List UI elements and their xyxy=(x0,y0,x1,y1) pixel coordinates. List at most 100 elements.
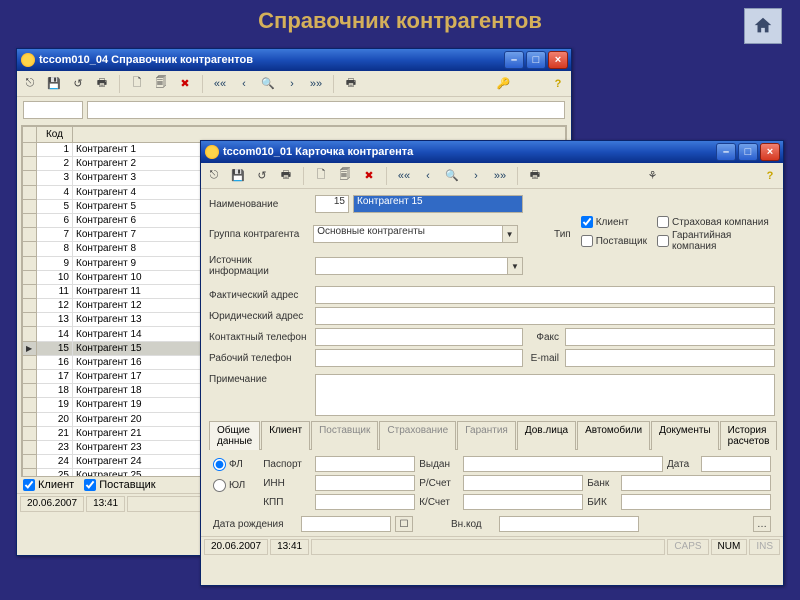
chk-type-supplier[interactable]: Поставщик xyxy=(581,230,647,252)
tab-docs[interactable]: Документы xyxy=(651,421,719,450)
new-icon[interactable]: 🗋 xyxy=(128,75,146,93)
chk-type-insurance[interactable]: Страховая компания xyxy=(657,216,775,228)
delete-icon[interactable]: ✖ xyxy=(176,75,194,93)
titlebar-directory[interactable]: tccom010_04 Справочник контрагентов – □ … xyxy=(17,49,571,71)
statusbar-card: 20.06.2007 13:41 CAPS NUM INS xyxy=(201,536,783,556)
delete-icon[interactable]: ✖ xyxy=(360,167,378,185)
filter-name-input[interactable] xyxy=(87,101,565,119)
title-text: tccom010_01 Карточка контрагента xyxy=(223,146,716,158)
save-icon[interactable]: 💾 xyxy=(45,75,63,93)
home-button[interactable] xyxy=(744,8,782,44)
maximize-button[interactable]: □ xyxy=(526,51,546,69)
prev-icon[interactable]: ‹ xyxy=(419,167,437,185)
tab-trusted[interactable]: Дов.лица xyxy=(517,421,576,450)
help-icon[interactable]: ? xyxy=(761,167,779,185)
addr-actual-input[interactable] xyxy=(315,286,775,304)
notes-input[interactable] xyxy=(315,374,775,416)
exit-icon[interactable]: ⎋ xyxy=(205,167,223,185)
lbl-inn: ИНН xyxy=(263,478,311,489)
phone-work-input[interactable] xyxy=(315,349,523,367)
key-icon[interactable]: 🔑 xyxy=(495,75,513,93)
tab-supplier[interactable]: Поставщик xyxy=(311,421,378,450)
lbl-addr-legal: Юридический адрес xyxy=(209,311,311,322)
undo-icon[interactable]: ↺ xyxy=(253,167,271,185)
chk-supplier[interactable]: Поставщик xyxy=(84,479,155,491)
print2-icon[interactable]: 🖶 xyxy=(526,167,544,185)
status-caps: CAPS xyxy=(667,539,708,555)
print-icon[interactable]: 🖶 xyxy=(93,75,111,93)
extcode-input[interactable] xyxy=(499,516,639,532)
tab-history[interactable]: История расчетов xyxy=(720,421,778,450)
title-text: tccom010_04 Справочник контрагентов xyxy=(39,54,504,66)
titlebar-card[interactable]: tccom010_01 Карточка контрагента – □ × xyxy=(201,141,783,163)
lbl-date: Дата xyxy=(667,459,697,470)
exit-icon[interactable]: ⎋ xyxy=(21,75,39,93)
issued-input[interactable] xyxy=(463,456,663,472)
filter-code-input[interactable] xyxy=(23,101,83,119)
undo-icon[interactable]: ↺ xyxy=(69,75,87,93)
minimize-button[interactable]: – xyxy=(716,143,736,161)
copy-icon[interactable]: 🗐 xyxy=(336,167,354,185)
inn-input[interactable] xyxy=(315,475,415,491)
chk-type-client[interactable]: Клиент xyxy=(581,216,647,228)
status-time: 13:41 xyxy=(86,496,125,512)
first-icon[interactable]: «« xyxy=(395,167,413,185)
radio-ul[interactable]: ЮЛ xyxy=(213,479,245,492)
last-icon[interactable]: »» xyxy=(307,75,325,93)
date-input[interactable] xyxy=(701,456,771,472)
next-icon[interactable]: › xyxy=(283,75,301,93)
close-button[interactable]: × xyxy=(548,51,568,69)
save-icon[interactable]: 💾 xyxy=(229,167,247,185)
addr-legal-input[interactable] xyxy=(315,307,775,325)
lbl-phone-work: Рабочий телефон xyxy=(209,353,311,364)
chk-client[interactable]: Клиент xyxy=(23,479,74,491)
first-icon[interactable]: «« xyxy=(211,75,229,93)
chevron-down-icon[interactable]: ▼ xyxy=(502,225,518,243)
close-button[interactable]: × xyxy=(760,143,780,161)
tab-warranty[interactable]: Гарантия xyxy=(457,421,516,450)
window-card: tccom010_01 Карточка контрагента – □ × ⎋… xyxy=(200,140,784,586)
group-icon[interactable]: ⚘ xyxy=(644,167,662,185)
search-icon[interactable]: 🔍 xyxy=(443,167,461,185)
more-button[interactable]: … xyxy=(753,516,771,532)
prev-icon[interactable]: ‹ xyxy=(235,75,253,93)
next-icon[interactable]: › xyxy=(467,167,485,185)
kaccount-input[interactable] xyxy=(463,494,583,510)
new-icon[interactable]: 🗋 xyxy=(312,167,330,185)
lbl-source: Источник информации xyxy=(209,255,311,277)
kpp-input[interactable] xyxy=(315,494,415,510)
chevron-down-icon[interactable]: ▼ xyxy=(507,257,523,275)
name-field[interactable]: Контрагент 15 xyxy=(353,195,523,213)
tab-cars[interactable]: Автомобили xyxy=(577,421,650,450)
raccount-input[interactable] xyxy=(463,475,583,491)
last-icon[interactable]: »» xyxy=(491,167,509,185)
tab-general[interactable]: Общие данные xyxy=(209,421,260,450)
fax-input[interactable] xyxy=(565,328,775,346)
source-combo[interactable]: ▼ xyxy=(315,257,523,275)
birthdate-input[interactable] xyxy=(301,516,391,532)
print2-icon[interactable]: 🖶 xyxy=(342,75,360,93)
radio-fl[interactable]: ФЛ xyxy=(213,458,245,471)
minimize-button[interactable]: – xyxy=(504,51,524,69)
tab-client[interactable]: Клиент xyxy=(261,421,310,450)
maximize-button[interactable]: □ xyxy=(738,143,758,161)
email-input[interactable] xyxy=(565,349,775,367)
tab-insurance[interactable]: Страхование xyxy=(379,421,456,450)
bank-input[interactable] xyxy=(621,475,771,491)
col-code[interactable]: Код xyxy=(37,127,73,143)
birthdate-picker-button[interactable]: ☐ xyxy=(395,516,413,532)
lbl-phone-contact: Контактный телефон xyxy=(209,332,311,343)
bik-input[interactable] xyxy=(621,494,771,510)
copy-icon[interactable]: 🗐 xyxy=(152,75,170,93)
search-icon[interactable]: 🔍 xyxy=(259,75,277,93)
phone-contact-input[interactable] xyxy=(315,328,523,346)
help-icon[interactable]: ? xyxy=(549,75,567,93)
chk-type-warranty[interactable]: Гарантийная компания xyxy=(657,230,775,252)
lbl-kaccount: К/Счет xyxy=(419,497,459,508)
print-icon[interactable]: 🖶 xyxy=(277,167,295,185)
lbl-name: Наименование xyxy=(209,199,311,210)
home-icon xyxy=(752,15,774,37)
group-combo[interactable]: Основные контрагенты▼ xyxy=(313,225,517,243)
passport-input[interactable] xyxy=(315,456,415,472)
lbl-passport: Паспорт xyxy=(263,459,311,470)
